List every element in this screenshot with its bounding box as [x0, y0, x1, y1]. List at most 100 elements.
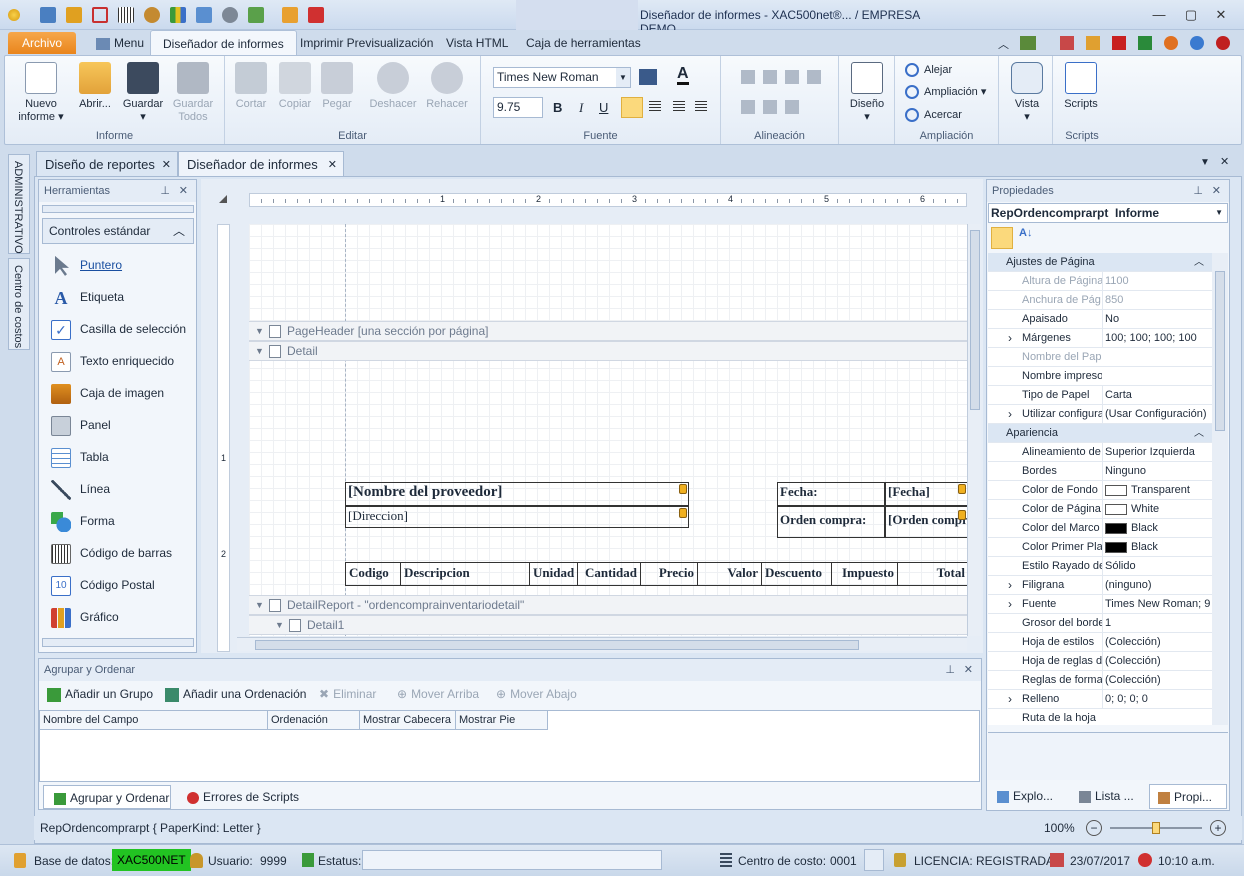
property-row[interactable]: Alineamiento de Superior Izquierda	[988, 443, 1212, 462]
barcode-icon[interactable]	[118, 7, 134, 23]
smart-tag-icon[interactable]	[679, 484, 687, 494]
property-row[interactable]: › Filigrana (ninguno)	[988, 576, 1212, 595]
align-left-icon[interactable]	[621, 97, 643, 118]
col-total[interactable]: Total	[897, 562, 967, 586]
tool-grafico[interactable]: Gráfico	[51, 601, 119, 633]
properties-tab[interactable]: Propi...	[1149, 784, 1227, 809]
property-value[interactable]: No	[1102, 310, 1210, 329]
abrir-button[interactable]: Abrir...	[69, 60, 121, 111]
collapse-ribbon-icon[interactable]: ︿	[998, 36, 1009, 52]
property-row[interactable]: Estilo Rayado de Sólido	[988, 557, 1212, 576]
align-bottoms-icon[interactable]	[785, 100, 799, 114]
property-row[interactable]: Tipo de Papel Carta	[988, 386, 1212, 405]
property-value[interactable]: 850	[1102, 291, 1210, 310]
col-precio[interactable]: Precio	[640, 562, 698, 586]
justify-icon[interactable]	[695, 101, 707, 113]
tool-etiqueta[interactable]: A Etiqueta	[51, 281, 125, 313]
tab-vista-html[interactable]: Vista HTML	[434, 30, 520, 56]
align-center-icon[interactable]	[649, 101, 661, 113]
col-valor[interactable]: Valor	[697, 562, 762, 586]
property-value[interactable]: Black	[1102, 538, 1210, 557]
property-row[interactable]: Nombre impreso	[988, 367, 1212, 386]
categorized-icon[interactable]	[991, 227, 1013, 249]
list-tab[interactable]: Lista ...	[1071, 784, 1149, 809]
property-row[interactable]: Apaisado No	[988, 310, 1212, 329]
calendar-icon[interactable]	[1060, 36, 1074, 50]
delete-button[interactable]: ✖ Eliminar	[319, 687, 376, 701]
property-value[interactable]: Black	[1102, 519, 1210, 538]
tab-archivo[interactable]: Archivo	[8, 32, 77, 54]
expand-icon[interactable]: ›	[1008, 690, 1012, 709]
property-row[interactable]: Hoja de reglas d (Colección)	[988, 652, 1212, 671]
property-row[interactable]: Grosor del borde 1	[988, 614, 1212, 633]
property-value[interactable]: (Colección)	[1102, 633, 1210, 652]
font-name-select[interactable]: Times New Roman ▼	[493, 67, 631, 88]
field-proveedor[interactable]: [Nombre del proveedor]	[345, 482, 689, 506]
col-codigo[interactable]: Codigo	[345, 562, 401, 586]
grid-icon[interactable]	[196, 7, 212, 23]
field-orden[interactable]: [Orden compra]	[885, 506, 967, 538]
add-group-button[interactable]: Añadir un Grupo	[47, 687, 153, 702]
align-centers-icon[interactable]	[785, 70, 799, 84]
close-app-icon[interactable]	[308, 7, 324, 23]
pin-icon[interactable]: ⊥	[1193, 180, 1203, 202]
field-direccion[interactable]: [Direccion]	[345, 506, 689, 528]
horizontal-scrollbar[interactable]	[237, 637, 967, 651]
tab-disenador-informes[interactable]: Diseñador de informes ✕	[178, 151, 344, 177]
font-color-icon[interactable]: A	[677, 66, 689, 85]
deshacer-button[interactable]: Deshacer	[367, 60, 419, 111]
highlight-color-icon[interactable]	[639, 69, 657, 85]
tab-menu[interactable]: Menu	[84, 30, 156, 56]
close-icon[interactable]: ✕	[179, 180, 188, 202]
group-grid[interactable]: Nombre del Campo Ordenación Mostrar Cabe…	[39, 710, 980, 782]
acercar-button[interactable]: Acercar	[905, 105, 962, 125]
cart-icon[interactable]	[92, 7, 108, 23]
pin-icon[interactable]: ⊥	[945, 659, 955, 681]
maximize-button[interactable]: ▢	[1178, 6, 1204, 24]
browser-icon[interactable]	[1164, 36, 1178, 50]
property-value[interactable]: Transparent	[1102, 481, 1210, 500]
report-canvas[interactable]: ▼ PageHeader [una sección por página] ▼ De…	[249, 224, 967, 636]
col-mostrar-cabecera[interactable]: Mostrar Cabecera	[360, 711, 456, 729]
vista-button[interactable]: Vista ▾	[1001, 60, 1053, 124]
move-down-button[interactable]: ⊕ Mover Abajo	[496, 687, 577, 701]
property-scrollbar[interactable]	[1212, 253, 1228, 725]
property-category[interactable]: ︿ Ajustes de Página	[988, 253, 1212, 272]
col-cantidad[interactable]: Cantidad	[577, 562, 641, 586]
side-tab-administrativo[interactable]: ADMINISTRATIVO	[8, 154, 30, 254]
help-icon[interactable]	[1190, 36, 1204, 50]
property-value[interactable]: White	[1102, 500, 1210, 519]
col-nombre-campo[interactable]: Nombre del Campo	[40, 711, 268, 729]
col-mostrar-pie[interactable]: Mostrar Pie	[456, 711, 548, 729]
mail-icon[interactable]	[1086, 36, 1100, 50]
property-row[interactable]: › Fuente Times New Roman; 9.75pt	[988, 595, 1212, 614]
ampliacion-button[interactable]: Ampliación ▾	[905, 82, 986, 102]
toolbox-category[interactable]: Controles estándar ︿	[42, 218, 194, 244]
company-icon[interactable]	[40, 7, 56, 23]
align-rights-icon[interactable]	[807, 70, 821, 84]
smart-tag-icon[interactable]	[958, 510, 966, 520]
side-tab-centro-costos[interactable]: Centro de costos	[8, 258, 30, 350]
label-orden[interactable]: Orden compra:	[777, 506, 885, 538]
zoom-in-button[interactable]: +	[1210, 820, 1226, 836]
explorer-tab[interactable]: Explo...	[989, 784, 1071, 809]
collapse-icon[interactable]: ▼	[275, 616, 284, 634]
money-icon[interactable]	[66, 7, 82, 23]
vertical-scrollbar[interactable]	[967, 224, 981, 636]
object-selector[interactable]: RepOrdencomprarpt Informe ▼	[988, 203, 1228, 223]
band-detail1[interactable]: ▼ Detail1	[249, 615, 967, 635]
property-row[interactable]: Nombre del Pap	[988, 348, 1212, 367]
pscroll-thumb[interactable]	[1215, 271, 1225, 431]
toolbox-scroll-down[interactable]	[42, 638, 194, 647]
tool-forma[interactable]: Forma	[51, 505, 115, 537]
col-impuesto[interactable]: Impuesto	[831, 562, 898, 586]
tool-texto-enriquecido[interactable]: A Texto enriquecido	[51, 345, 174, 377]
move-up-button[interactable]: ⊕ Mover Arriba	[397, 687, 479, 701]
info-icon[interactable]	[1216, 36, 1230, 50]
property-row[interactable]: Bordes Ninguno	[988, 462, 1212, 481]
alphabetical-icon[interactable]: A↓	[1019, 227, 1032, 239]
close-icon[interactable]: ✕	[162, 152, 171, 178]
property-row[interactable]: › Márgenes 100; 100; 100; 100	[988, 329, 1212, 348]
tool-panel[interactable]: Panel	[51, 409, 111, 441]
pin-icon[interactable]: ⊥	[160, 180, 170, 202]
